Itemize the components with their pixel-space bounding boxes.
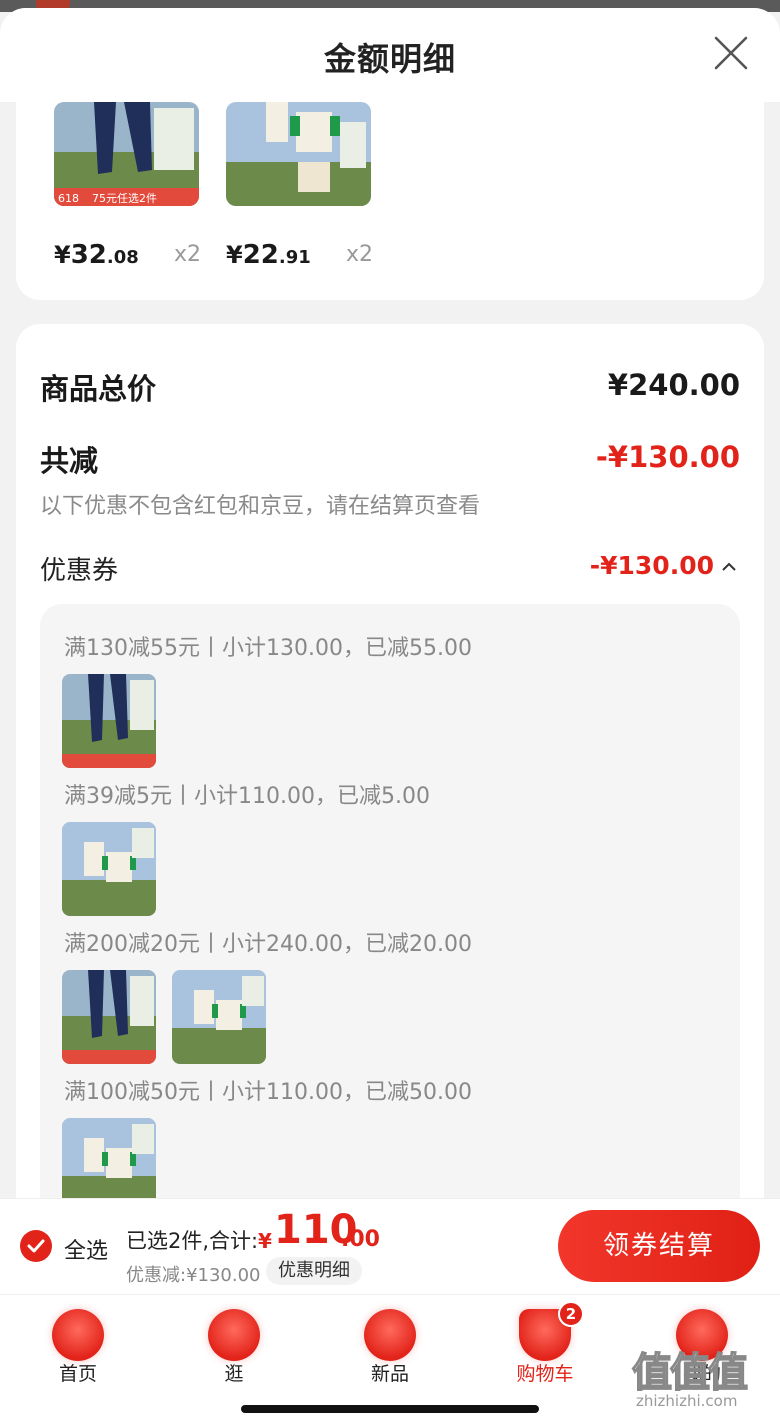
- promo-text: 75元任选2件: [92, 192, 157, 205]
- total-price-label: 商品总价: [40, 372, 157, 406]
- product-price-2: ¥22.91: [226, 240, 311, 270]
- product-qty-2: x2: [346, 242, 374, 267]
- tab-label: 购物车: [516, 1363, 574, 1385]
- select-all-label[interactable]: 全选: [64, 1233, 108, 1265]
- sheet-header: 金额明细: [0, 8, 780, 102]
- price-breakdown-card: 商品总价 ¥240.00 共减 -¥130.00 以下优惠不包含红包和京豆，请在…: [16, 324, 764, 1198]
- product-card: 618 75元任选2件 ¥32.08 x2 ¥22.91 x2: [16, 102, 764, 300]
- tab-browse[interactable]: 逛: [179, 1303, 289, 1385]
- total-reduction-value: -¥130.00: [595, 440, 740, 474]
- site-watermark: 值值值 zhizhizhi.com: [631, 1349, 749, 1410]
- coupon-value[interactable]: -¥130.00: [590, 551, 714, 580]
- tab-label: 逛: [224, 1363, 244, 1385]
- coupon-rule-3: 满200减20元丨小计240.00，已减20.00: [64, 932, 472, 957]
- product-qty-1: x2: [174, 242, 202, 267]
- coupon-rule-4: 满100减50元丨小计110.00，已减50.00: [64, 1080, 472, 1105]
- tab-label: 首页: [58, 1363, 97, 1385]
- product-image-pants[interactable]: 618 75元任选2件: [54, 102, 199, 206]
- total-yen: ¥: [258, 1229, 272, 1253]
- caret-up-icon[interactable]: [720, 560, 738, 572]
- product-image-tshirt[interactable]: [226, 102, 371, 206]
- tab-home[interactable]: 首页: [23, 1303, 133, 1385]
- discount-detail-button[interactable]: 优惠明细: [266, 1257, 362, 1285]
- cart-count-badge: 2: [558, 1301, 584, 1327]
- total-price-value: ¥240.00: [607, 368, 740, 402]
- coupon-item-image-pants[interactable]: [62, 970, 156, 1064]
- coupon-label[interactable]: 优惠券: [40, 550, 118, 587]
- new-products-icon: [364, 1309, 416, 1361]
- discount-summary: 优惠减:¥130.00: [126, 1265, 261, 1286]
- tab-cart[interactable]: 2 购物车: [490, 1301, 600, 1385]
- coupon-rule-1: 满130减55元丨小计130.00，已减55.00: [64, 636, 472, 661]
- total-reduction-label: 共减: [40, 444, 99, 478]
- coupon-item-image-tshirt[interactable]: [172, 970, 266, 1064]
- checkout-button[interactable]: 领券结算: [558, 1210, 760, 1282]
- checkbox-checked-icon[interactable]: [20, 1230, 52, 1262]
- promo-badge: 618: [58, 192, 79, 205]
- coupon-item-image-tshirt[interactable]: [62, 1118, 156, 1198]
- home-icon: [52, 1309, 104, 1361]
- amount-detail-sheet: 金额明细 618 75元任选2件 ¥32.08 x2 ¥22.91 x2 商品总…: [0, 8, 780, 1198]
- discount-note: 以下优惠不包含红包和京豆，请在结算页查看: [40, 494, 481, 519]
- browse-icon: [208, 1309, 260, 1361]
- tab-label: 新品: [370, 1363, 409, 1385]
- product-price-1: ¥32.08: [54, 240, 139, 270]
- coupon-item-image-pants[interactable]: [62, 674, 156, 768]
- total-amount-dec: .00: [341, 1227, 380, 1252]
- close-icon[interactable]: [712, 34, 750, 72]
- home-indicator: [241, 1405, 539, 1413]
- coupon-rule-2: 满39减5元丨小计110.00，已减5.00: [64, 784, 430, 809]
- selected-summary: 已选2件,合计:: [126, 1229, 259, 1253]
- cart-page: 金额明细 618 75元任选2件 ¥32.08 x2 ¥22.91 x2 商品总…: [0, 0, 780, 1423]
- coupon-detail-box: 满130减55元丨小计130.00，已减55.00 满39减5元丨小计110.0…: [40, 604, 740, 1198]
- coupon-item-image-tshirt[interactable]: [62, 822, 156, 916]
- sheet-title: 金额明细: [323, 40, 456, 78]
- tab-new[interactable]: 新品: [335, 1303, 445, 1385]
- checkout-bar: 全选 已选2件,合计: ¥ 110 .00 优惠减:¥130.00 优惠明细 领…: [0, 1198, 780, 1294]
